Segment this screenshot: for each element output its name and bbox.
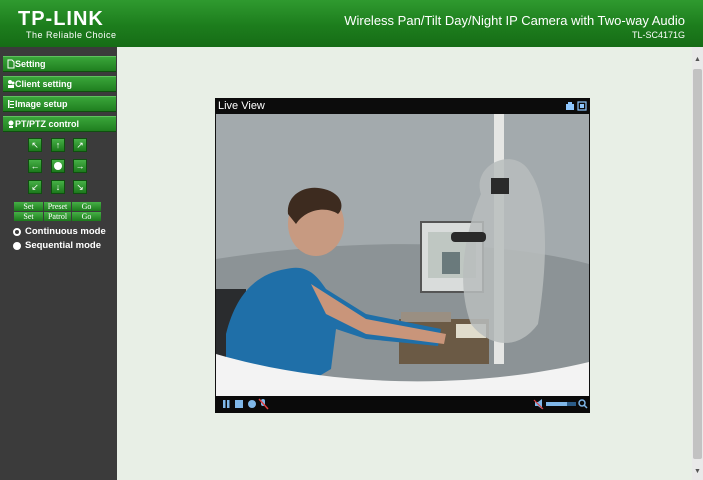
sidebar: Setting Client setting Image setup PT/PT…: [0, 47, 117, 480]
zoom-icon[interactable]: [578, 399, 588, 409]
brand-tagline: The Reliable Choice: [26, 30, 117, 40]
stop-icon[interactable]: [235, 400, 243, 408]
sequential-mode-radio[interactable]: [13, 242, 21, 250]
menu-setting-label: Setting: [15, 59, 46, 69]
microphone-mute-icon[interactable]: [258, 398, 269, 410]
continuous-mode-radio[interactable]: [13, 228, 21, 236]
document-icon: [7, 59, 15, 69]
ptz-down-left-button[interactable]: ↙: [28, 180, 42, 194]
patrol-set-button[interactable]: Set: [14, 212, 43, 221]
preset-label: Preset: [44, 202, 71, 211]
pause-icon[interactable]: [223, 400, 230, 408]
ptz-right-button[interactable]: →: [73, 159, 87, 173]
patrol-label: Patrol: [44, 212, 71, 221]
product-model: TL-SC4171G: [631, 30, 685, 40]
menu-ptz-control-label: PT/PTZ control: [15, 119, 79, 129]
header-bar: TP-LINK The Reliable Choice Wireless Pan…: [0, 0, 703, 47]
menu-image-setup-label: Image setup: [15, 99, 68, 109]
continuous-mode-label[interactable]: Continuous mode: [25, 226, 106, 237]
ptz-up-right-button[interactable]: ↗: [73, 138, 87, 152]
menu-image-setup[interactable]: Image setup: [3, 96, 116, 112]
page-scrollbar[interactable]: ▲ ▼: [692, 47, 703, 480]
ptz-down-right-button[interactable]: ↘: [73, 180, 87, 194]
patrol-go-button[interactable]: Go: [72, 212, 101, 221]
scroll-up-icon[interactable]: ▲: [693, 55, 702, 65]
ptz-left-button[interactable]: ←: [28, 159, 42, 173]
ptz-down-button[interactable]: ↓: [51, 180, 65, 194]
preset-go-button[interactable]: Go: [72, 202, 101, 211]
image-setup-icon: [8, 100, 14, 108]
menu-setting[interactable]: Setting: [3, 56, 116, 72]
live-view-panel: Live View: [215, 98, 590, 413]
snapshot-icon[interactable]: [566, 102, 574, 110]
menu-ptz-control[interactable]: PT/PTZ control: [3, 116, 116, 132]
ptz-home-button[interactable]: [51, 159, 65, 173]
menu-client-setting-label: Client setting: [15, 79, 73, 89]
scroll-thumb[interactable]: [693, 69, 702, 459]
camera-video-frame[interactable]: [216, 114, 589, 396]
speaker-mute-icon[interactable]: [533, 399, 544, 410]
volume-slider[interactable]: [546, 402, 576, 406]
brand-logo: TP-LINK: [18, 8, 104, 30]
live-view-titlebar: Live View: [215, 98, 590, 114]
users-icon: [8, 80, 15, 88]
live-view-title: Live View: [218, 100, 265, 112]
fullscreen-icon[interactable]: [577, 101, 587, 111]
scroll-down-icon[interactable]: ▼: [693, 467, 702, 477]
ptz-up-left-button[interactable]: ↖: [28, 138, 42, 152]
playback-control-bar: [215, 396, 590, 413]
record-icon[interactable]: [248, 400, 256, 408]
app-root: TP-LINK The Reliable Choice Wireless Pan…: [0, 0, 703, 480]
menu-client-setting[interactable]: Client setting: [3, 76, 116, 92]
product-title: Wireless Pan/Tilt Day/Night IP Camera wi…: [344, 13, 685, 28]
ptz-icon: [8, 120, 14, 128]
sequential-mode-label[interactable]: Sequential mode: [25, 240, 101, 251]
ptz-up-button[interactable]: ↑: [51, 138, 65, 152]
home-dot-icon: [54, 162, 62, 170]
preset-set-button[interactable]: Set: [14, 202, 43, 211]
